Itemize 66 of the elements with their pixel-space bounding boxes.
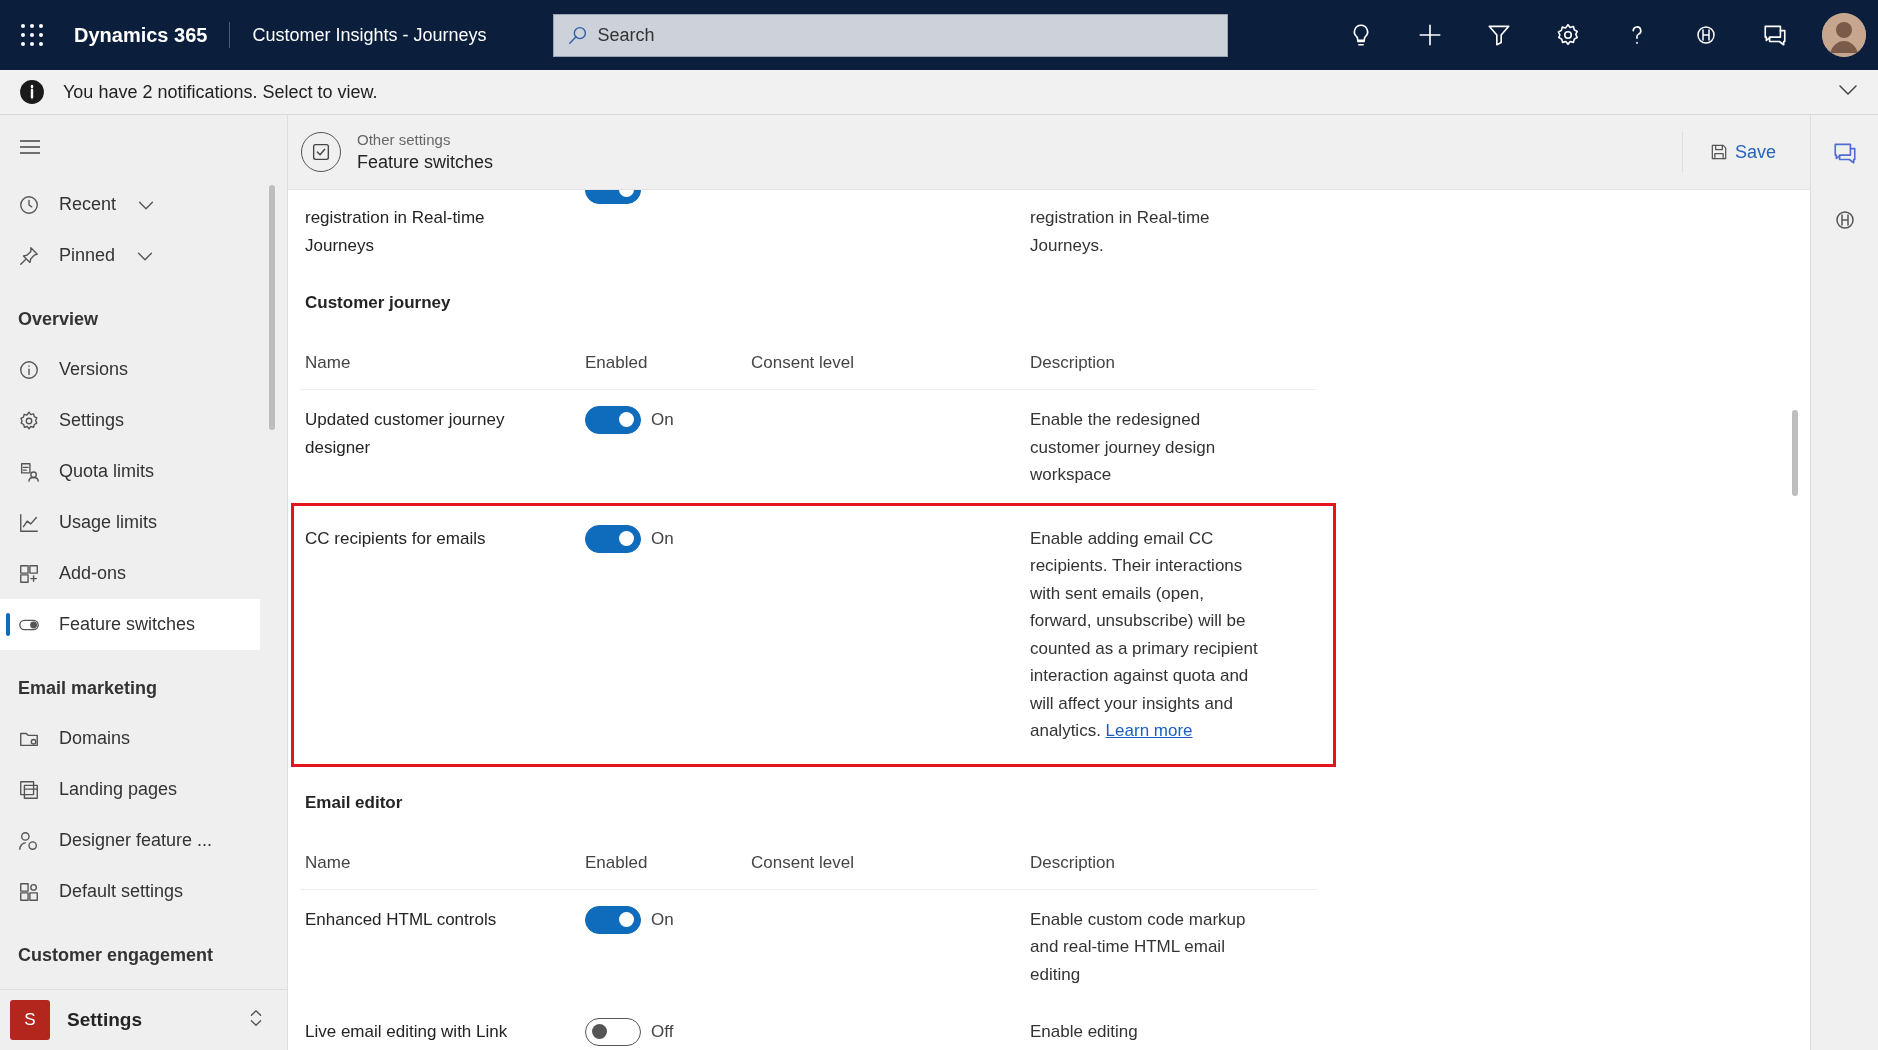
feature-name: registration in Real-time Journeys [305,207,486,257]
column-header: Enabled [585,852,649,873]
gear-icon [18,409,40,432]
nav-item[interactable]: Feature switches [0,599,260,650]
area-badge: S [10,1000,50,1040]
feature-name: Live email editing with Link [305,1021,509,1043]
column-header: Consent level [751,852,855,873]
column-header: Name [305,353,352,373]
page-title: Feature switches [357,152,494,173]
nav-item[interactable]: Settings [0,395,260,446]
feature-name: CC recipients for emails [305,527,487,550]
toggle-label: On [651,527,674,550]
nav-expander[interactable]: Recent [0,179,260,230]
layout-settings-icon [18,880,40,903]
save-button[interactable]: Save [1704,137,1780,167]
app-name[interactable]: Dynamics 365 [74,23,208,47]
toggle-switch[interactable] [585,406,641,434]
breadcrumb: Other settings [357,131,452,148]
nav-item[interactable]: Versions [0,344,260,395]
nav-item[interactable]: Add-ons [0,548,260,599]
person-shapes-icon [18,829,40,852]
nav-item[interactable]: Usage limits [0,497,260,548]
nav-expander[interactable]: Pinned [0,230,260,281]
learn-more-link[interactable]: Learn more [1105,721,1193,740]
feature-description: Enable the redesigned customer journey design workspace [1030,409,1217,486]
clock-icon [18,193,40,216]
pin-icon [18,244,40,267]
section-title: Customer journey [304,292,452,314]
feature-description: Enable editing [1030,1021,1139,1043]
notification-message[interactable]: You have 2 notifications. Select to view. [63,81,378,103]
app-launcher-icon[interactable] [20,23,44,47]
nav-heading: Customer engagement [17,944,215,967]
info-icon [19,79,45,105]
feature-name: Updated customer journey designer [305,409,506,459]
pages-icon [18,778,40,801]
column-header: Description [1030,852,1117,873]
line-chart-icon [18,511,40,534]
column-header: Enabled [585,353,649,373]
feature-name: Enhanced HTML controls [305,908,498,931]
toggle-switch[interactable] [585,1018,641,1046]
column-header: Name [305,852,352,873]
area-switcher[interactable]: S Settings [0,989,287,1050]
column-header: Consent level [751,353,855,373]
nav-item[interactable]: Domains [0,713,260,764]
toggle-label: On [651,409,674,431]
toggle-switch[interactable] [585,524,641,553]
search-field[interactable]: Search [552,13,1228,57]
nav-item[interactable]: Designer feature ... [0,815,260,866]
nav-item[interactable]: Quota limits [0,446,260,497]
document-person-icon [18,460,40,483]
feature-description: Enable adding email CC recipients. Their interactions with sent emails (open, forward, unsubscribe) will be counted as a primary recipient interaction against quota and will affect your insights and analytics. Learn more [1030,527,1259,742]
info-icon [18,358,40,381]
app-area-title: Customer Insights - Journeys [252,24,487,46]
feature-description: registration in Real-time Journeys. [1030,207,1211,257]
feature-description: Enable custom code markup and real-time HTML email editing [1030,908,1247,986]
toggle-switch[interactable] [585,905,641,934]
grid-plus-icon [18,562,40,585]
area-label: Settings [67,1009,142,1031]
nav-heading: Email marketing [17,677,159,700]
nav-item[interactable]: Default settings [0,866,260,917]
column-header: Description [1030,353,1117,373]
nav-heading: Overview [17,308,100,331]
toggle-label: Off [651,1021,674,1043]
nav-item[interactable]: Landing pages [0,764,260,815]
section-title: Email editor [304,791,404,814]
toggle-label: On [651,908,674,931]
